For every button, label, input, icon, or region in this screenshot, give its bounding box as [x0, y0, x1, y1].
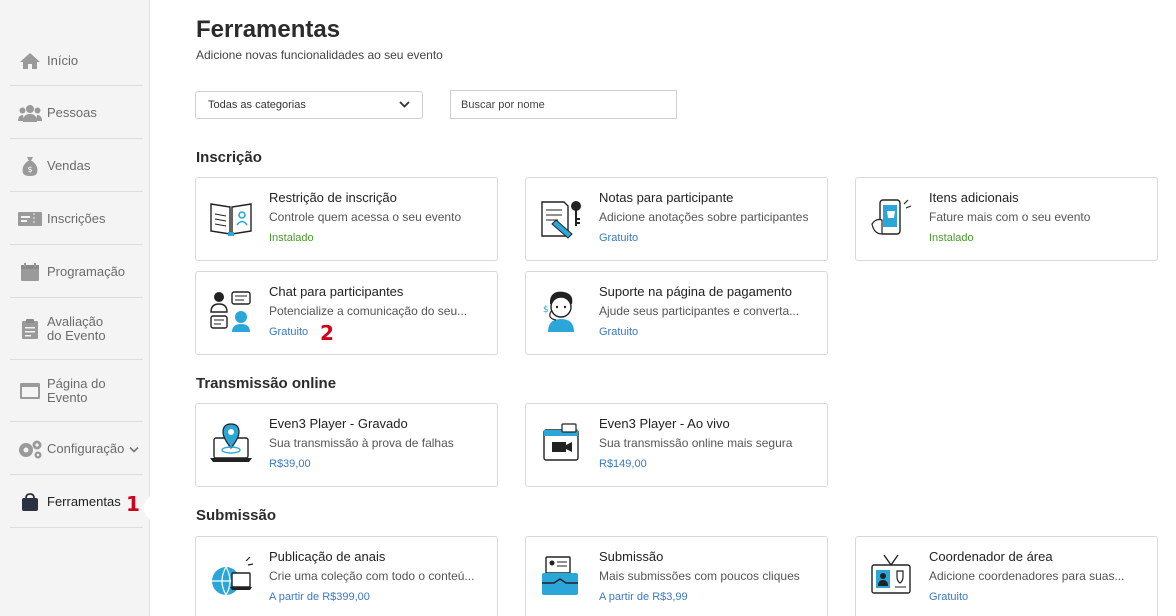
step-marker-2: 2 — [320, 321, 334, 345]
tool-card-description: Adicione anotações sobre participantes — [599, 210, 809, 224]
chat-people-icon — [210, 291, 251, 332]
category-select[interactable]: Todas as categorias — [195, 91, 423, 119]
tool-card-description: Controle quem acessa o seu evento — [269, 210, 462, 224]
tool-card-price: Gratuito — [929, 591, 969, 603]
tool-card-suporte[interactable]: $ Suporte na página de pagamento Ajude s… — [525, 271, 828, 355]
globe-laptop-icon — [212, 556, 254, 596]
laptop-location-icon — [210, 423, 252, 462]
tool-card-description: Mais submissões com poucos cliques — [599, 569, 800, 583]
tool-card-title: Publicação de anais — [269, 549, 386, 564]
people-icon — [16, 101, 44, 125]
browser-video-icon — [543, 423, 579, 461]
step-marker-1: 1 — [126, 492, 140, 516]
sidebar-item-avaliacao[interactable]: Avaliação do Evento — [10, 299, 143, 360]
sidebar-item-label: Avaliação do Evento — [47, 314, 106, 343]
sidebar-item-ferramentas[interactable]: Ferramentas — [10, 476, 143, 528]
page-title: Ferramentas — [196, 16, 341, 43]
section-title-transmissao: Transmissão online — [196, 375, 337, 392]
sidebar-item-label: Programação — [47, 263, 126, 279]
chevron-down-icon[interactable] — [129, 441, 139, 456]
open-book-icon — [210, 203, 252, 236]
tool-card-price: R$39,00 — [269, 458, 311, 470]
browser-window-icon — [16, 379, 44, 403]
tool-card-submissao[interactable]: Submissão Mais submissões com poucos cli… — [525, 536, 828, 616]
document-submit-icon — [542, 556, 578, 595]
tool-card-notas[interactable]: Notas para participante Adicione anotaçõ… — [525, 177, 828, 261]
sidebar-item-configuracao[interactable]: Configuração — [10, 423, 143, 475]
tool-card-price: Gratuito — [599, 326, 639, 338]
tool-card-itens[interactable]: Itens adicionais Fature mais com o seu e… — [855, 177, 1158, 261]
tool-card-title: Submissão — [599, 549, 664, 564]
sidebar-item-pessoas[interactable]: Pessoas — [10, 87, 143, 139]
sidebar-item-label: Início — [47, 52, 79, 68]
sidebar-item-inscricoes[interactable]: Inscrições — [10, 193, 143, 245]
tool-card-restricao[interactable]: Restrição de inscrição Controle quem ace… — [195, 177, 498, 261]
sidebar-item-label: Pessoas — [47, 104, 97, 120]
clipboard-icon — [16, 317, 44, 341]
search-input[interactable] — [450, 90, 677, 119]
tool-card-description: Crie uma coleção com todo o conteú... — [269, 569, 475, 583]
tool-card-description: Ajude seus participantes e converta... — [599, 304, 800, 318]
gears-icon — [16, 437, 44, 461]
tool-card-description: Adicione coordenadores para suas... — [929, 569, 1125, 583]
svg-text:$: $ — [543, 305, 549, 315]
money-bag-icon: $ — [16, 154, 44, 178]
chevron-down-icon — [399, 99, 410, 111]
svg-text:$: $ — [27, 165, 32, 174]
tool-card-title: Coordenador de área — [929, 549, 1053, 564]
support-person-icon: $ — [543, 291, 574, 332]
calendar-icon — [16, 260, 44, 284]
tool-card-price: R$149,00 — [599, 458, 647, 470]
tool-card-price: Gratuito — [599, 232, 639, 244]
tool-card-title: Chat para participantes — [269, 284, 404, 299]
tool-card-player-gravado[interactable]: Even3 Player - Gravado Sua transmissão à… — [195, 403, 498, 487]
tool-card-anais[interactable]: Publicação de anais Crie uma coleção com… — [195, 536, 498, 616]
sidebar-item-label: Vendas — [47, 157, 91, 173]
phone-cart-icon — [871, 199, 912, 235]
tool-card-title: Itens adicionais — [929, 190, 1019, 205]
tool-card-description: Sua transmissão à prova de falhas — [269, 436, 454, 450]
tool-card-price: A partir de R$399,00 — [269, 591, 370, 603]
tool-card-description: Sua transmissão online mais segura — [599, 436, 793, 450]
sidebar-item-inicio[interactable]: Início — [10, 36, 143, 86]
page-subtitle: Adicione novas funcionalidades ao seu ev… — [196, 48, 443, 62]
tool-card-description: Potencialize a comunicação do seu... — [269, 304, 468, 318]
section-title-submissao: Submissão — [196, 507, 277, 524]
sidebar-item-label: Configuração — [47, 440, 125, 456]
tool-card-description: Fature mais com o seu evento — [929, 210, 1091, 224]
sidebar-item-label: Página do Evento — [47, 376, 106, 405]
sidebar-item-pagina-evento[interactable]: Página do Evento — [10, 361, 143, 422]
badge-coordinator-icon — [871, 554, 911, 594]
sidebar: Início Pessoas $ Vendas Inscrições Progr… — [0, 0, 150, 616]
bag-icon — [16, 490, 44, 514]
sidebar-item-label: Ferramentas — [47, 493, 121, 509]
tool-card-price: Gratuito — [269, 326, 309, 338]
sidebar-item-label: Inscrições — [47, 210, 106, 226]
ticket-icon — [16, 207, 44, 231]
section-title-inscricao: Inscrição — [196, 149, 262, 166]
tool-card-title: Notas para participante — [599, 190, 734, 205]
tool-card-status: Instalado — [269, 232, 314, 244]
home-icon — [16, 49, 44, 73]
notes-key-icon — [541, 201, 581, 239]
tool-card-title: Restrição de inscrição — [269, 190, 397, 205]
tool-card-chat[interactable]: Chat para participantes Potencialize a c… — [195, 271, 498, 355]
tool-card-coordenador[interactable]: Coordenador de área Adicione coordenador… — [855, 536, 1158, 616]
tool-card-title: Even3 Player - Ao vivo — [599, 416, 730, 431]
category-select-value: Todas as categorias — [208, 99, 306, 111]
tool-card-title: Even3 Player - Gravado — [269, 416, 408, 431]
active-indicator — [141, 496, 150, 520]
sidebar-item-programacao[interactable]: Programação — [10, 246, 143, 298]
tool-card-title: Suporte na página de pagamento — [599, 284, 792, 299]
tool-card-price: A partir de R$3,99 — [599, 591, 688, 603]
tool-card-status: Instalado — [929, 232, 974, 244]
sidebar-item-vendas[interactable]: $ Vendas — [10, 140, 143, 192]
tool-card-player-ao-vivo[interactable]: Even3 Player - Ao vivo Sua transmissão o… — [525, 403, 828, 487]
